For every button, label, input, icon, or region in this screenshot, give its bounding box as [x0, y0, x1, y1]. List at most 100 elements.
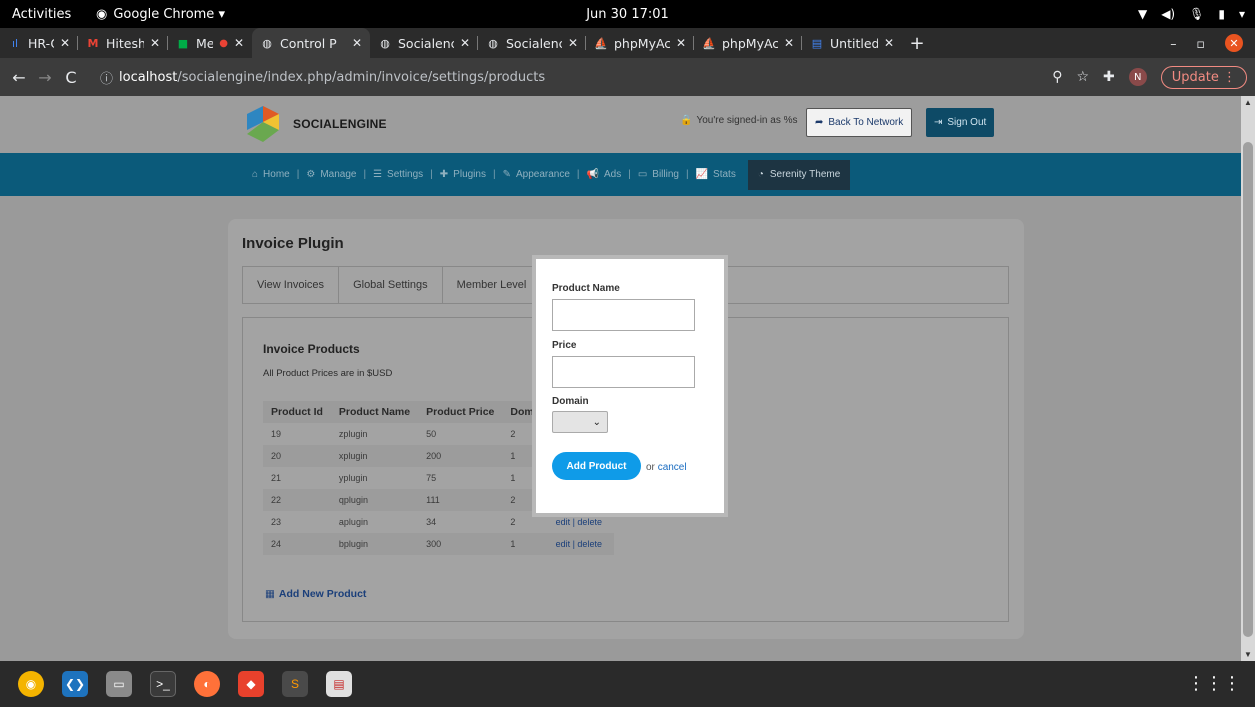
scroll-down-icon[interactable]: ▼ [1244, 650, 1252, 659]
zoom-icon[interactable]: ⚲ [1052, 69, 1062, 85]
nav-serenity-theme[interactable]: ◔ Serenity Theme [747, 159, 851, 190]
dashboard-icon: ◔ [757, 169, 764, 180]
nav-billing[interactable]: ▭ Billing [638, 169, 679, 180]
nav-appearance[interactable]: ✎ Appearance [503, 169, 570, 180]
section-title: Invoice Products [263, 342, 360, 356]
browser-tab[interactable]: ◍ Socialenc ✕ [478, 28, 586, 58]
nav-label: Billing [652, 169, 679, 180]
add-new-product-label: Add New Product [278, 588, 367, 600]
close-icon[interactable]: ✕ [60, 36, 70, 50]
tab-label: phpMyAc [614, 35, 670, 51]
reload-icon[interactable]: C [58, 68, 84, 87]
maximize-icon[interactable]: ▫ [1197, 36, 1205, 51]
product-price: 50 [426, 429, 437, 439]
gmail-icon: M [87, 36, 99, 50]
forward-arrow-icon[interactable]: → [32, 68, 58, 87]
product-name: qplugin [330, 489, 419, 511]
domain-select[interactable]: ⌄ [552, 411, 608, 433]
close-icon[interactable]: ✕ [568, 36, 578, 50]
nav-manage[interactable]: ⚙ Manage [306, 169, 356, 180]
product-id: 22 [263, 489, 331, 511]
window-close-button[interactable]: ✕ [1225, 34, 1243, 52]
nav-label: Plugins [453, 169, 486, 180]
nav-plugins[interactable]: ✚ Plugins [440, 169, 486, 180]
chrome-icon: ◉ [96, 6, 108, 22]
browser-tab-active[interactable]: ◍ Control P ✕ [252, 28, 370, 58]
url-host: localhost [119, 69, 178, 85]
scrollbar-thumb[interactable] [1243, 142, 1253, 637]
tab-member-level[interactable]: Member Level [443, 266, 541, 304]
site-logo[interactable]: SOCIALENGINE [243, 104, 387, 144]
tab-label: Untitled [830, 35, 878, 51]
close-icon[interactable]: ✕ [234, 36, 244, 50]
nav-settings[interactable]: ☰ Settings [373, 169, 423, 180]
close-icon[interactable]: ✕ [352, 36, 362, 50]
sign-out-button[interactable]: ⇥ Sign Out [926, 108, 995, 137]
extensions-puzzle-icon[interactable]: ✚ [1103, 69, 1115, 85]
tab-global-settings[interactable]: Global Settings [339, 266, 443, 304]
close-icon[interactable]: ✕ [150, 36, 160, 50]
anydesk-app-icon[interactable]: ◆ [238, 671, 264, 697]
browser-tab[interactable]: ▤ Untitled ✕ [802, 28, 902, 58]
page-scrollbar[interactable]: ▲ ▼ [1241, 96, 1255, 661]
files-app-icon[interactable]: ▭ [106, 671, 132, 697]
nav-ads[interactable]: 📢 Ads [587, 169, 622, 180]
add-product-button[interactable]: Add Product [552, 452, 641, 480]
close-icon[interactable]: ✕ [460, 36, 470, 50]
nav-label: Settings [387, 169, 424, 180]
chrome-app-icon[interactable]: ◉ [18, 671, 44, 697]
activities-button[interactable]: Activities [0, 7, 96, 22]
bookmark-star-icon[interactable]: ☆ [1076, 69, 1089, 85]
vscode-app-icon[interactable]: ❮❯ [62, 671, 88, 697]
nav-home[interactable]: ⌂ Home [252, 169, 290, 180]
browser-tab[interactable]: ıl HR-One ✕ [0, 28, 78, 58]
browser-tab[interactable]: ⛵ phpMyAc ✕ [694, 28, 802, 58]
add-new-product-link[interactable]: ▦ Add New Product [265, 588, 366, 600]
browser-tab[interactable]: ■ Meet ● ✕ [168, 28, 252, 58]
sublime-text-app-icon[interactable]: S [282, 671, 308, 697]
system-tray[interactable]: ▼ ◀) 🎙 ▮ ▾ [1138, 0, 1245, 28]
cancel-link[interactable]: cancel [658, 462, 687, 473]
signed-in-text: You're signed-in as %s [696, 115, 798, 126]
address-bar[interactable]: ⓘ localhost/socialengine/index.php/admin… [90, 63, 890, 91]
close-icon[interactable]: ✕ [784, 36, 794, 50]
close-icon[interactable]: ✕ [884, 36, 894, 50]
page-viewport: SOCIALENGINE 🔒 You're signed-in as %s ➦ … [0, 96, 1241, 661]
hr-one-icon: ıl [11, 36, 19, 50]
row-actions[interactable]: edit | delete [547, 533, 614, 555]
browser-tab[interactable]: ⛵ phpMyAc ✕ [586, 28, 694, 58]
product-name-input[interactable] [552, 299, 695, 331]
volume-icon: ◀) [1161, 7, 1176, 21]
tab-view-invoices[interactable]: View Invoices [243, 266, 340, 304]
app-menu[interactable]: ◉ Google Chrome ▾ [96, 7, 225, 22]
close-icon[interactable]: ✕ [676, 36, 686, 50]
or-text: or [646, 462, 655, 473]
nav-stats[interactable]: 📈 Stats [696, 169, 736, 180]
terminal-app-icon[interactable]: >_ [150, 671, 176, 697]
update-button[interactable]: Update ⋮ [1160, 65, 1247, 89]
puzzle-icon: ✚ [439, 169, 449, 180]
window-controls: – ▫ ✕ [1170, 28, 1255, 58]
show-apps-grid-icon[interactable]: ⋮⋮⋮ [1187, 673, 1241, 694]
product-name: yplugin [338, 473, 368, 483]
product-id: 23 [271, 517, 282, 527]
scroll-up-icon[interactable]: ▲ [1244, 98, 1252, 107]
browser-tab[interactable]: M Hitesh Ji ✕ [78, 28, 168, 58]
browser-tab[interactable]: ◍ Socialenc ✕ [370, 28, 478, 58]
nav-label: Manage [320, 169, 357, 180]
back-arrow-icon[interactable]: ← [6, 68, 32, 87]
price-input[interactable] [552, 356, 695, 388]
cogs-icon: ⚙ [306, 169, 316, 180]
new-tab-button[interactable]: + [902, 28, 932, 58]
sign-out-icon: ⇥ [934, 117, 943, 128]
firefox-app-icon[interactable]: ◐ [194, 671, 220, 697]
minimize-icon[interactable]: – [1170, 36, 1176, 51]
product-id: 24 [263, 533, 331, 555]
profile-avatar[interactable]: N [1128, 68, 1147, 86]
product-price: 75 [426, 473, 437, 483]
back-to-network-button[interactable]: ➦ Back To Network [806, 108, 913, 137]
chrome-globe-icon: ◍ [488, 36, 498, 50]
product-name: xplugin [330, 445, 419, 467]
product-id: 20 [263, 445, 331, 467]
document-viewer-app-icon[interactable]: ▤ [326, 671, 352, 697]
